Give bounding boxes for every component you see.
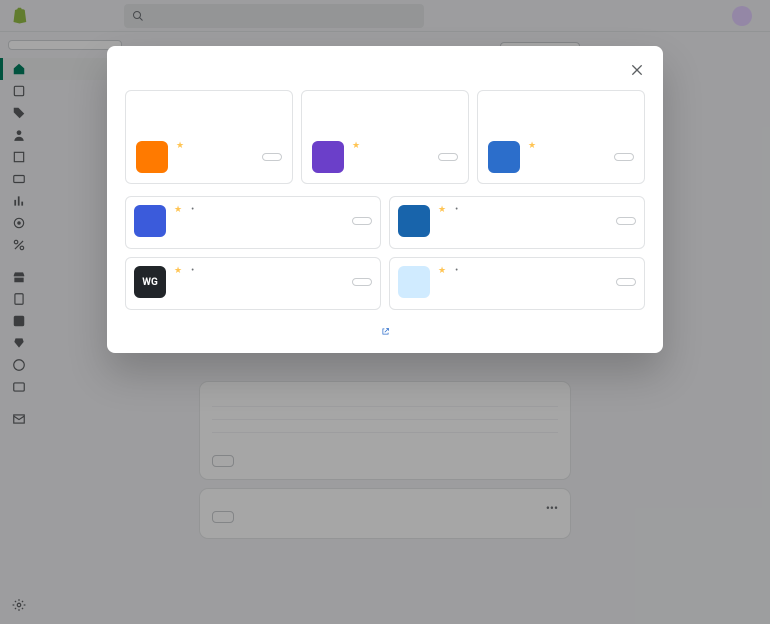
app-icon <box>398 205 430 237</box>
app-icon <box>488 141 520 173</box>
add-button[interactable] <box>262 153 282 161</box>
star-icon: ★ <box>528 141 536 151</box>
app-icon <box>136 141 168 173</box>
star-icon: ★ <box>438 266 446 276</box>
add-button[interactable] <box>616 217 636 225</box>
close-icon[interactable] <box>629 62 645 78</box>
star-icon: ★ <box>174 266 182 276</box>
star-icon: ★ <box>176 141 184 151</box>
add-button[interactable] <box>352 278 372 286</box>
app-icon <box>312 141 344 173</box>
app-store-link[interactable] <box>381 324 390 337</box>
app-card: ★ • <box>125 196 381 249</box>
app-card: WG ★ • <box>125 257 381 310</box>
app-icon <box>398 266 430 298</box>
star-icon: ★ <box>174 205 182 215</box>
featured-app-card: ★ <box>477 90 645 184</box>
app-icon: WG <box>134 266 166 298</box>
add-button[interactable] <box>616 278 636 286</box>
modal-overlay[interactable]: ★ ★ <box>0 0 770 624</box>
add-button[interactable] <box>438 153 458 161</box>
add-button[interactable] <box>614 153 634 161</box>
featured-app-card: ★ <box>125 90 293 184</box>
add-button[interactable] <box>352 217 372 225</box>
external-link-icon <box>381 327 390 336</box>
star-icon: ★ <box>352 141 360 151</box>
star-icon: ★ <box>438 205 446 215</box>
app-card: ★ • <box>389 196 645 249</box>
app-icon <box>134 205 166 237</box>
featured-app-card: ★ <box>301 90 469 184</box>
picked-for-you-modal: ★ ★ <box>107 46 663 353</box>
modal-footer <box>125 324 645 337</box>
app-card: ★ • <box>389 257 645 310</box>
